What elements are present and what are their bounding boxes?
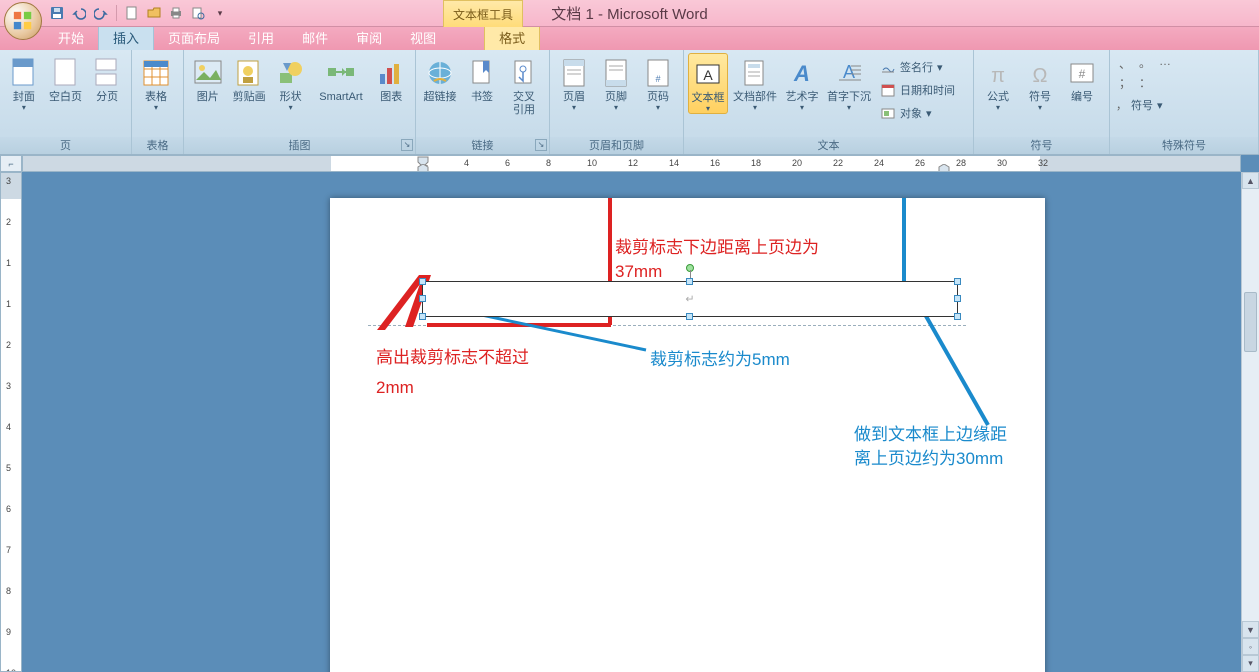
group-headerfooter-label: 页眉和页脚 [550, 137, 683, 154]
svg-text:A: A [793, 61, 810, 86]
svg-text:Ω: Ω [1033, 65, 1048, 86]
group-links-label: 链接↘ [416, 137, 549, 154]
svg-text:π: π [991, 65, 1005, 86]
group-special-label: 特殊符号 [1110, 137, 1258, 154]
page: ↵ 裁剪标志下边距离上页边为 37mm 高出裁剪标志不超过 2mm 裁剪标志约为… [330, 198, 1045, 672]
undo-icon[interactable] [70, 4, 88, 22]
annotation-blue-2: 做到文本框上边缘距 离上页边约为30mm [854, 423, 1007, 471]
pagenum-button[interactable]: #页码▾ [638, 53, 678, 112]
object-button[interactable]: 对象 ▾ [876, 102, 959, 124]
symbol-button[interactable]: Ω符号▾ [1020, 53, 1060, 112]
blank-page-button[interactable]: 空白页 [46, 53, 86, 104]
tab-review[interactable]: 审阅 [342, 25, 396, 50]
quick-access-toolbar: ▾ [48, 4, 229, 22]
sp-period-icon[interactable]: 。 [1136, 54, 1154, 72]
textbox-selected[interactable]: ↵ [422, 281, 958, 317]
resize-handle[interactable] [419, 278, 426, 285]
annotation-red-1: 裁剪标志下边距离上页边为 37mm [615, 236, 819, 284]
chart-button[interactable]: 图表 [372, 53, 411, 104]
resize-handle[interactable] [419, 295, 426, 302]
paragraph-mark-icon: ↵ [685, 293, 694, 306]
tab-format[interactable]: 格式 [484, 24, 540, 50]
page-break-button[interactable]: 分页 [87, 53, 127, 104]
bookmark-button[interactable]: 书签 [462, 53, 502, 104]
vertical-scrollbar[interactable]: ▲ ▼ ◦ ▾ [1241, 172, 1259, 672]
document-area[interactable]: ↵ 裁剪标志下边距离上页边为 37mm 高出裁剪标志不超过 2mm 裁剪标志约为… [22, 172, 1241, 672]
illus-launcher-icon[interactable]: ↘ [401, 139, 413, 151]
workspace: ⌐ 2468101214161820222426283032 321123456… [0, 155, 1259, 672]
svg-text:#: # [1079, 67, 1086, 81]
sigline-button[interactable]: 签名行 ▾ [876, 56, 959, 78]
next-page-icon[interactable]: ▾ [1242, 655, 1259, 672]
tab-selector-icon[interactable]: ⌐ [0, 155, 22, 172]
horizontal-ruler[interactable]: 2468101214161820222426283032 [22, 155, 1241, 172]
prev-page-icon[interactable]: ◦ [1242, 638, 1259, 655]
tab-view[interactable]: 视图 [396, 25, 450, 50]
new-icon[interactable] [123, 4, 141, 22]
svg-text:A: A [703, 67, 713, 83]
svg-text:#: # [655, 74, 660, 84]
svg-text:A: A [843, 62, 855, 82]
ribbon-tabs: 开始 插入 页面布局 引用 邮件 审阅 视图 格式 [0, 27, 1259, 50]
quickparts-button[interactable]: 文档部件▾ [730, 53, 780, 112]
scroll-down-icon[interactable]: ▼ [1242, 621, 1259, 638]
sp-colon-icon[interactable]: ： [1136, 74, 1154, 92]
header-button[interactable]: 页眉▾ [554, 53, 594, 112]
vertical-ruler[interactable]: 32112345678910111213 [0, 172, 22, 672]
contextual-tab-label: 文本框工具 [443, 0, 523, 27]
textbox-button[interactable]: A文本框▾ [688, 53, 728, 114]
tab-insert[interactable]: 插入 [98, 24, 154, 50]
wordart-button[interactable]: A艺术字▾ [782, 53, 822, 112]
scroll-thumb[interactable] [1244, 292, 1257, 352]
dropcap-button[interactable]: A首字下沉▾ [824, 53, 874, 112]
tab-mailings[interactable]: 邮件 [288, 25, 342, 50]
resize-handle[interactable] [686, 313, 693, 320]
annotation-blue-1: 裁剪标志约为5mm [650, 348, 790, 372]
sp-ellipsis-icon[interactable]: … [1156, 54, 1174, 72]
group-symbols-label: 符号 [974, 137, 1109, 154]
open-icon[interactable] [145, 4, 163, 22]
footer-button[interactable]: 页脚▾ [596, 53, 636, 112]
resize-handle[interactable] [419, 313, 426, 320]
window-title: 文档 1 - Microsoft Word [551, 3, 707, 24]
cover-page-button[interactable]: 封面▾ [4, 53, 44, 112]
resize-handle[interactable] [954, 278, 961, 285]
clipart-button[interactable]: 剪贴画 [229, 53, 268, 104]
group-illus-label: 插图↘ [184, 137, 415, 154]
qat-customize-icon[interactable]: ▾ [211, 4, 229, 22]
sp-semi-icon[interactable]: ； [1116, 74, 1134, 92]
resize-handle[interactable] [954, 295, 961, 302]
links-launcher-icon[interactable]: ↘ [535, 139, 547, 151]
office-button[interactable] [4, 2, 42, 40]
print-preview-icon[interactable] [189, 4, 207, 22]
sp-dot-icon[interactable]: 、 [1116, 54, 1134, 72]
special-symbol-button[interactable]: ，符号 ▾ [1116, 94, 1163, 116]
redo-icon[interactable] [92, 4, 110, 22]
group-pages-label: 页 [0, 137, 131, 154]
annotation-red-2a: 高出裁剪标志不超过 [376, 346, 529, 370]
picture-button[interactable]: 图片 [188, 53, 227, 104]
equation-button[interactable]: π公式▾ [978, 53, 1018, 112]
shapes-button[interactable]: 形状▾ [271, 53, 310, 112]
datetime-button[interactable]: 日期和时间 [876, 79, 959, 101]
resize-handle[interactable] [954, 313, 961, 320]
save-icon[interactable] [48, 4, 66, 22]
crossref-button[interactable]: 交叉 引用 [504, 53, 544, 117]
title-bar: ▾ 文本框工具 文档 1 - Microsoft Word [0, 0, 1259, 27]
group-text-label: 文本 [684, 137, 973, 154]
number-button[interactable]: #编号 [1062, 53, 1102, 104]
tab-home[interactable]: 开始 [44, 25, 98, 50]
tab-layout[interactable]: 页面布局 [154, 25, 234, 50]
group-tables-label: 表格 [132, 137, 183, 154]
ribbon: 封面▾ 空白页 分页 页 表格▾ 表格 图片 剪贴画 形状▾ SmartArt … [0, 50, 1259, 155]
annotation-red-2b: 2mm [376, 376, 414, 400]
scroll-up-icon[interactable]: ▲ [1242, 172, 1259, 189]
print-icon[interactable] [167, 4, 185, 22]
tab-references[interactable]: 引用 [234, 25, 288, 50]
smartart-button[interactable]: SmartArt [312, 53, 369, 104]
table-button[interactable]: 表格▾ [136, 53, 176, 112]
hyperlink-button[interactable]: 超链接 [420, 53, 460, 104]
